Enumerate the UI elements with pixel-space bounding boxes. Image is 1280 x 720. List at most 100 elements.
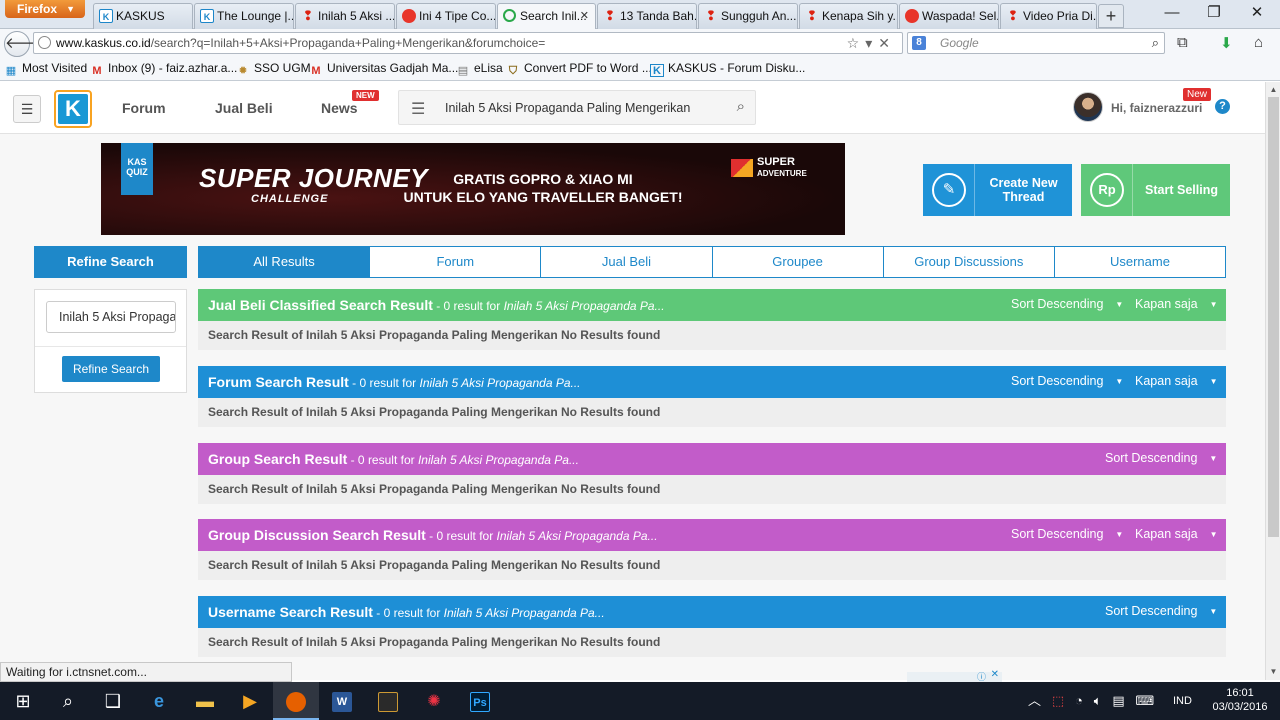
section-title: Group Search Result (208, 451, 348, 467)
chevron-down-icon: ▼ (1115, 377, 1124, 386)
keyboard-icon[interactable]: ⌨︎ (1136, 693, 1155, 708)
search-icon[interactable]: ⌕ (1152, 33, 1159, 53)
help-icon[interactable]: ? (1215, 99, 1230, 114)
browser-tab[interactable]: K The Lounge |... (194, 3, 294, 29)
scroll-up-icon[interactable]: ▲ (1266, 85, 1280, 94)
search-icon[interactable]: ⌕ (45, 682, 91, 720)
browser-tab[interactable]: Ini 4 Tipe Co... (396, 3, 496, 29)
language-indicator[interactable]: IND (1173, 682, 1192, 720)
photoshop-taskbar-icon[interactable]: Ps (457, 682, 503, 720)
windows-start-icon[interactable]: ⊞ (0, 682, 46, 720)
kaskus-logo[interactable]: K (54, 90, 92, 128)
user-greeting[interactable]: Hi, faiznerazzuri (1111, 101, 1202, 115)
volume-icon[interactable]: 🔈︎ (1094, 693, 1102, 708)
hamburger-menu-icon[interactable]: ☰ (13, 95, 41, 123)
firefox-icon (286, 692, 306, 713)
nav-jual-beli[interactable]: Jual Beli (215, 100, 273, 116)
start-selling-button[interactable]: Rp Start Selling (1081, 164, 1230, 216)
bookmark-pdf-converter[interactable]: ⛉ Convert PDF to Word ... (506, 61, 652, 78)
minimize-icon[interactable]: — (1157, 4, 1187, 24)
page-scrollbar[interactable]: ▲ ▼ (1265, 82, 1280, 680)
firefox-menu-button[interactable]: Firefox ▼ (5, 0, 85, 18)
dropdown-icon[interactable]: ▾ (865, 35, 878, 51)
action-center-icon[interactable]: ▤ (1112, 693, 1124, 708)
screenshot-icon[interactable]: ⧉ (1177, 34, 1188, 51)
web-search-box[interactable]: 8 Google ⌕ (907, 32, 1165, 54)
bookmark-kaskus[interactable]: K KASKUS - Forum Disku... (650, 61, 805, 77)
section-header: Group Discussion Search Result - 0 resul… (198, 519, 1226, 551)
result-query: Inilah 5 Aksi Propaganda Pa... (443, 606, 605, 620)
file-explorer-icon[interactable]: ▬ (182, 682, 228, 720)
site-search-input[interactable] (445, 96, 715, 120)
bookmark-ugm[interactable]: M Universitas Gadjah Ma... (309, 61, 458, 78)
bookmark-gmail[interactable]: M Inbox (9) - faiz.azhar.a... (90, 61, 237, 78)
nav-news[interactable]: News (321, 100, 358, 116)
sort-dropdown[interactable]: Sort Descending ▼ (1105, 443, 1217, 474)
scroll-down-icon[interactable]: ▼ (1266, 667, 1280, 676)
chevron-up-icon[interactable]: ︿ (1028, 693, 1041, 708)
browser-tab[interactable]: ❢ Inilah 5 Aksi ... (295, 3, 395, 29)
site-search-bar: ☰ ⌕ (398, 90, 756, 125)
tab-all-results[interactable]: All Results (199, 247, 371, 277)
home-icon[interactable]: ⌂ (1254, 34, 1263, 51)
section-title: Group Discussion Search Result (208, 527, 426, 543)
browser-tab[interactable]: Waspada! Sel... (899, 3, 999, 29)
app-taskbar-icon[interactable]: ✺ (411, 682, 457, 720)
sort-dropdown[interactable]: Sort Descending ▼ (1105, 596, 1217, 627)
media-player-icon[interactable]: ▶ (227, 682, 273, 720)
scrollbar-thumb[interactable] (1268, 97, 1279, 537)
time-filter-dropdown[interactable]: Kapan saja ▼ (1135, 519, 1217, 550)
empty-results-message: Search Result of Inilah 5 Aksi Propagand… (198, 551, 1226, 580)
network-icon[interactable]: ◔ (1075, 693, 1083, 708)
bookmark-star-icon[interactable]: ☆ (847, 35, 866, 51)
avatar[interactable] (1073, 92, 1103, 122)
browser-tab[interactable]: ❢ 13 Tanda Bah... (597, 3, 697, 29)
bookmark-most-visited[interactable]: ▦ Most Visited (4, 61, 87, 78)
sort-dropdown[interactable]: Sort Descending ▼ (1011, 519, 1123, 550)
browser-tab[interactable]: ❢ Sungguh An... (698, 3, 798, 29)
firefox-taskbar-icon[interactable] (273, 682, 319, 720)
bookmark-elisa[interactable]: ▤ eLisa (456, 61, 503, 78)
tab-jual-beli[interactable]: Jual Beli (541, 247, 713, 277)
refine-search-input[interactable] (46, 301, 176, 333)
tab-username[interactable]: Username (1055, 247, 1225, 277)
adobe-tray-icon[interactable]: ⬚ (1052, 693, 1064, 708)
download-icon[interactable]: ⬇ (1220, 34, 1233, 52)
time-filter-label: Kapan saja (1135, 297, 1198, 311)
time-filter-dropdown[interactable]: Kapan saja ▼ (1135, 366, 1217, 397)
word-taskbar-icon[interactable]: W (319, 682, 365, 720)
ad-close-icon[interactable]: ✕ (991, 669, 999, 680)
search-category-icon[interactable]: ☰ (411, 99, 425, 119)
promo-banner[interactable]: KAS QUIZ SUPER JOURNEY CHALLENGE GRATIS … (101, 143, 845, 235)
create-thread-button[interactable]: ✎ Create New Thread (923, 164, 1072, 216)
sort-dropdown[interactable]: Sort Descending ▼ (1011, 366, 1123, 397)
close-tab-icon[interactable]: ✕ (580, 4, 589, 28)
game-taskbar-icon[interactable] (365, 682, 411, 720)
maximize-icon[interactable]: ❐ (1199, 4, 1229, 24)
time-filter-dropdown[interactable]: Kapan saja ▼ (1135, 289, 1217, 320)
system-clock[interactable]: 16:01 03/03/2016 (1205, 686, 1275, 714)
new-tab-button[interactable]: + (1098, 4, 1124, 28)
search-icon[interactable]: ⌕ (737, 98, 745, 115)
close-window-icon[interactable]: ✕ (1242, 4, 1272, 24)
back-button[interactable]: 🡐 (4, 31, 45, 57)
browser-tab[interactable]: K KASKUS (93, 3, 193, 29)
sort-label: Sort Descending (1105, 451, 1198, 465)
edge-icon[interactable]: e (136, 682, 182, 720)
sort-label: Sort Descending (1105, 604, 1198, 618)
task-view-icon[interactable]: ❑ (90, 682, 136, 720)
page-icon: ▤ (457, 65, 469, 77)
stop-icon[interactable]: ✕ (878, 35, 896, 51)
sort-dropdown[interactable]: Sort Descending ▼ (1011, 289, 1123, 320)
nav-forum[interactable]: Forum (122, 100, 166, 116)
tab-label: Search Inil... (520, 9, 587, 23)
browser-tab[interactable]: ❢ Kenapa Sih y... (799, 3, 898, 29)
browser-tab-active[interactable]: Search Inil... ✕ (497, 3, 596, 30)
url-bar[interactable]: www.kaskus.co.id/search?q=Inilah+5+Aksi+… (33, 32, 903, 54)
refine-search-button[interactable]: Refine Search (62, 356, 160, 382)
tab-groupee[interactable]: Groupee (713, 247, 884, 277)
tab-group-discussions[interactable]: Group Discussions (884, 247, 1055, 277)
bookmark-sso-ugm[interactable]: ✹ SSO UGM (236, 61, 310, 78)
tab-forum[interactable]: Forum (370, 247, 542, 277)
browser-tab[interactable]: ❢ Video Pria Di... (1000, 3, 1097, 29)
